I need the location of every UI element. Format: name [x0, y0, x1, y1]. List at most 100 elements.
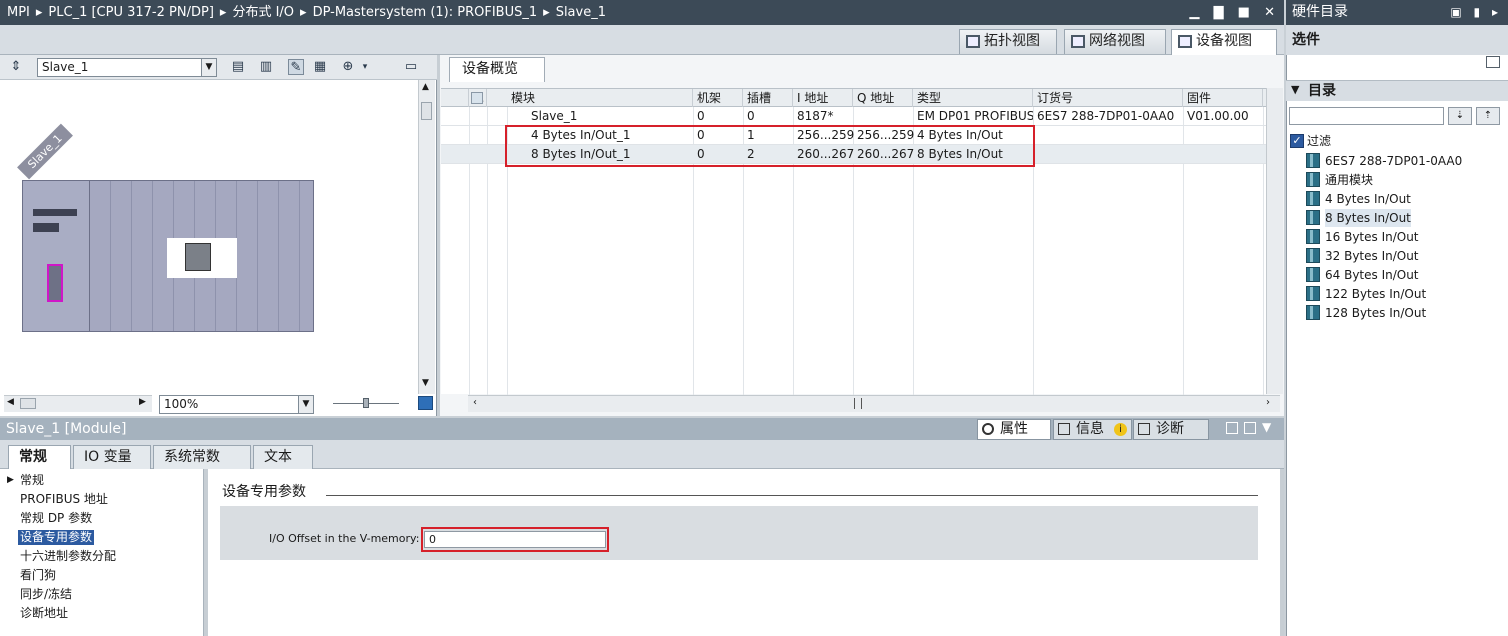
chevron-down-icon[interactable]: ▼ [1262, 420, 1271, 434]
chevron-down-icon[interactable]: ▼ [1291, 83, 1299, 96]
chevron-down-icon[interactable]: ▼ [422, 378, 429, 388]
chevron-right-icon[interactable]: ▶ [7, 475, 14, 485]
chevron-down-icon[interactable]: ▼ [201, 59, 216, 76]
search-down-icon[interactable]: ⇣ [1448, 107, 1472, 125]
nav-item-profibus-address[interactable]: PROFIBUS 地址 [20, 492, 108, 507]
module-icon [1306, 267, 1320, 282]
split-window-icon[interactable] [1244, 422, 1256, 434]
scroll-thumb[interactable] [20, 398, 36, 409]
catalog-item[interactable]: 6ES7 288-7DP01-0AA0 [1325, 152, 1462, 170]
catalog-directory-header[interactable]: 目录 [1286, 80, 1508, 101]
info-icon [1058, 423, 1070, 435]
column-header-i-address[interactable]: I 地址 [793, 89, 853, 107]
device-network-icon[interactable]: ⇕ [8, 59, 24, 75]
nav-item-hex-params[interactable]: 十六进制参数分配 [20, 549, 116, 564]
options-toggle-icon[interactable] [1486, 56, 1500, 68]
slot-divider [152, 181, 153, 331]
tab-label: 信息 [1076, 421, 1104, 437]
chevron-up-icon[interactable]: ▲ [422, 82, 429, 92]
window-controls[interactable]: ▁ ▇ ■ ✕ [1189, 0, 1280, 25]
filter-icon[interactable] [471, 92, 483, 104]
cell-firmware: V01.00.00 [1187, 109, 1249, 123]
table-row[interactable]: Slave_1 0 0 8187* EM DP01 PROFIBUS... 6E… [441, 107, 1281, 126]
nav-item-sync-freeze[interactable]: 同步/冻结 [20, 587, 72, 602]
breadcrumb-item[interactable]: MPI [7, 5, 30, 20]
catalog-titlebar: 硬件目录 ▣ ▮ ▸ [1286, 0, 1508, 25]
tab-device-overview[interactable]: 设备概览 [449, 57, 545, 82]
device-overview-table: ... 模块 机架 插槽 I 地址 Q 地址 类型 订货号 固件 ... Sla… [441, 88, 1281, 395]
breadcrumb-item[interactable]: Slave_1 [556, 5, 606, 20]
float-window-icon[interactable] [1226, 422, 1238, 434]
tab-general[interactable]: 常规 [8, 445, 71, 470]
column-header-firmware[interactable]: 固件 [1183, 89, 1263, 107]
column-header-module[interactable]: 模块 [507, 89, 693, 107]
overview-icon[interactable]: ▭ [403, 59, 419, 75]
show-icon[interactable]: ✎ [288, 59, 304, 75]
tab-texts[interactable]: 文本 [253, 445, 313, 469]
chevron-right-icon[interactable]: › [1266, 397, 1270, 408]
chevron-left-icon[interactable]: ◀ [7, 397, 14, 407]
tab-diagnostics[interactable]: 诊断 [1133, 419, 1209, 440]
graphic-vertical-scrollbar[interactable]: ▲ ▼ [418, 80, 435, 394]
tab-label: 属性 [1000, 421, 1028, 437]
grid-vertical-scrollbar[interactable] [1266, 88, 1283, 394]
catalog-search-input[interactable] [1289, 107, 1444, 125]
catalog-item[interactable]: 通用模块 [1325, 171, 1373, 189]
navigator-icon[interactable] [418, 396, 433, 410]
rack-module[interactable] [22, 180, 314, 332]
breadcrumb-item[interactable]: DP-Mastersystem (1): PROFIBUS_1 [313, 5, 538, 20]
filter-checkbox[interactable]: ✓ [1290, 134, 1304, 148]
nav-item-general[interactable]: 常规 [20, 473, 44, 488]
column-header-rack[interactable]: 机架 [693, 89, 743, 107]
scroll-thumb[interactable] [421, 102, 432, 120]
column-header-slot[interactable]: 插槽 [743, 89, 793, 107]
tab-info[interactable]: 信息 i [1053, 419, 1132, 440]
catalog-window-controls[interactable]: ▣ ▮ ▸ [1450, 0, 1502, 25]
catalog-item[interactable]: 4 Bytes In/Out [1325, 190, 1411, 208]
name-icon[interactable]: ▥ [258, 59, 274, 75]
grid-icon[interactable]: ▦ [312, 59, 328, 75]
search-up-icon[interactable]: ⇡ [1476, 107, 1500, 125]
scroll-thumb[interactable] [854, 398, 862, 409]
nav-item-watchdog[interactable]: 看门狗 [20, 568, 56, 583]
inspector-nav: ▶ 常规 PROFIBUS 地址 常规 DP 参数 设备专用参数 十六进制参数分… [0, 469, 204, 636]
breadcrumb-separator: ▸ [35, 5, 43, 20]
rack-icon[interactable]: ▤ [230, 59, 246, 75]
connector-port-icon[interactable] [47, 264, 63, 302]
column-header-q-address[interactable]: Q 地址 [853, 89, 913, 107]
catalog-item-selected[interactable]: 8 Bytes In/Out [1325, 209, 1411, 227]
tab-properties[interactable]: 属性 [977, 419, 1051, 440]
chevron-right-icon[interactable]: ▶ [139, 397, 146, 407]
column-header-type[interactable]: 类型 [913, 89, 1033, 107]
chevron-down-icon[interactable]: ▼ [298, 396, 313, 413]
catalog-item[interactable]: 128 Bytes In/Out [1325, 304, 1426, 322]
cell-type: EM DP01 PROFIBUS... [917, 109, 1033, 123]
head-module[interactable] [23, 181, 90, 331]
catalog-item[interactable]: 32 Bytes In/Out [1325, 247, 1419, 265]
graphic-horizontal-scrollbar[interactable]: ◀ ▶ [4, 395, 152, 412]
catalog-item[interactable]: 64 Bytes In/Out [1325, 266, 1419, 284]
chevron-left-icon[interactable]: ‹ [473, 397, 477, 408]
tab-topology-view[interactable]: 拓扑视图 [959, 29, 1057, 54]
nav-item-dp-params[interactable]: 常规 DP 参数 [20, 511, 92, 526]
tab-network-view[interactable]: 网络视图 [1064, 29, 1166, 54]
graphic-toolbar: ⇕ Slave_1 ▼ ▤ ▥ ✎ ▦ ⊕ ▾ ▭ [0, 55, 437, 80]
inspector-scrollbar[interactable] [1280, 469, 1284, 636]
zoom-dropdown-icon[interactable]: ▾ [357, 59, 373, 75]
catalog-item[interactable]: 122 Bytes In/Out [1325, 285, 1426, 303]
tab-system-constants[interactable]: 系统常数 [153, 445, 251, 469]
grid-horizontal-scrollbar[interactable]: ‹ › [468, 395, 1280, 412]
nav-item-device-params[interactable]: 设备专用参数 [18, 530, 95, 545]
breadcrumb-item[interactable]: PLC_1 [CPU 317-2 PN/DP] [48, 5, 213, 20]
module-slot-panel[interactable] [167, 238, 237, 278]
tab-io-tags[interactable]: IO 变量 [73, 445, 151, 469]
catalog-item[interactable]: 16 Bytes In/Out [1325, 228, 1419, 246]
column-header-order-number[interactable]: 订货号 [1033, 89, 1183, 107]
nav-item-diag-address[interactable]: 诊断地址 [20, 606, 68, 621]
zoom-slider-thumb[interactable] [363, 398, 369, 408]
zoom-select[interactable]: 100% ▼ [159, 395, 314, 414]
tab-device-view[interactable]: 设备视图 [1171, 29, 1277, 55]
device-select[interactable]: Slave_1 ▼ [37, 58, 217, 77]
zoom-icon[interactable]: ⊕ [340, 59, 356, 75]
breadcrumb-item[interactable]: 分布式 I/O [232, 5, 294, 20]
